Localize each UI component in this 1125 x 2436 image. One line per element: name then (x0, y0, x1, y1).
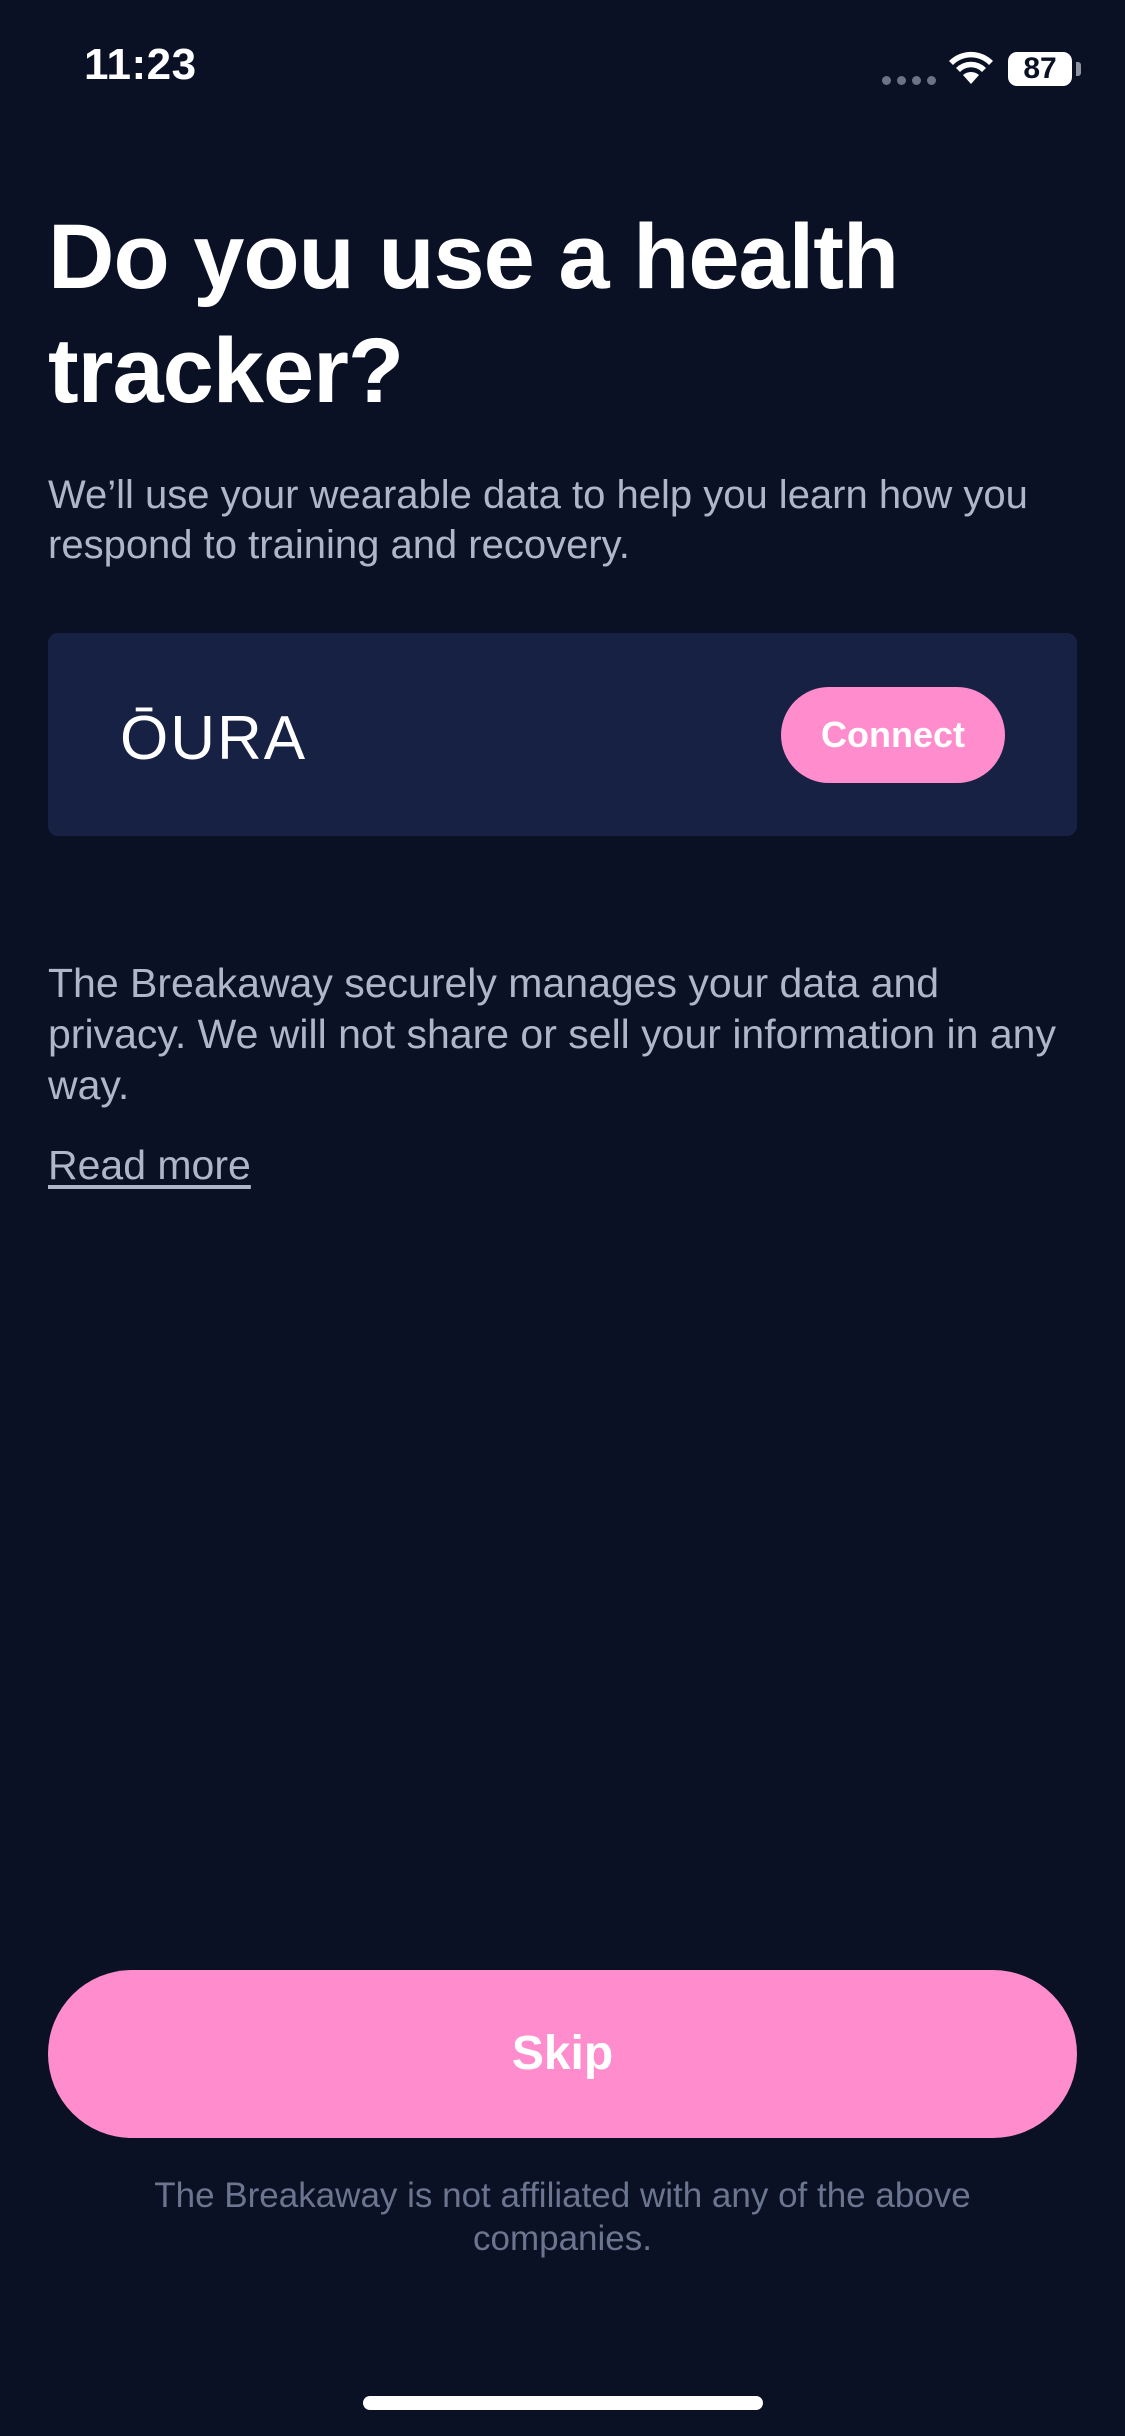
disclaimer-text: The Breakaway is not affiliated with any… (154, 2176, 971, 2258)
tracker-card-oura: ŌURA Connect (48, 633, 1077, 836)
home-indicator[interactable] (363, 2396, 763, 2410)
connect-button[interactable]: Connect (781, 687, 1005, 783)
skip-button[interactable]: Skip (48, 1970, 1077, 2138)
privacy-text: The Breakaway securely manages your data… (48, 960, 1056, 1108)
battery-icon: 87 (1008, 52, 1072, 86)
intro-text: We’ll use your wearable data to help you… (48, 473, 1028, 567)
status-time: 11:23 (84, 40, 197, 89)
wifi-icon (949, 51, 993, 84)
page-title: Do you use a health tracker? (48, 206, 899, 422)
cellular-signal-icon (882, 76, 936, 85)
read-more-link[interactable]: Read more (48, 1140, 251, 1190)
battery-cap (1076, 62, 1081, 76)
status-bar: 11:23 87 (0, 0, 1125, 140)
oura-logo: ŌURA (120, 704, 308, 773)
